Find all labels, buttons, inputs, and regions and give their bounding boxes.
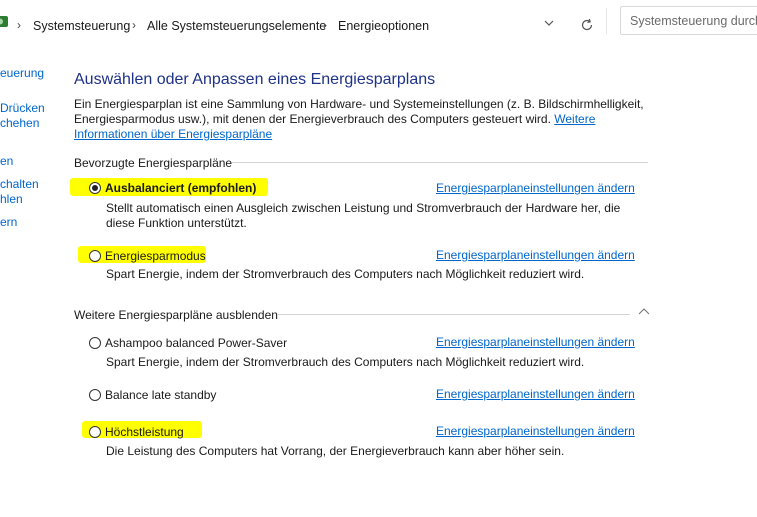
sidebar-item-1[interactable]: euerung: [0, 65, 44, 81]
chevron-down-icon[interactable]: [543, 18, 555, 28]
chevron-up-icon[interactable]: [638, 307, 650, 315]
search-input[interactable]: [621, 7, 757, 28]
preferred-plans-heading: Bevorzugte Energiesparpläne: [74, 156, 233, 170]
hidden-plans-heading[interactable]: Weitere Energiesparpläne ausblenden: [74, 308, 278, 322]
breadcrumb-separator: ›: [323, 18, 327, 32]
plan-description-line: Stellt automatisch einen Ausgleich zwisc…: [106, 201, 621, 215]
radio-button[interactable]: [89, 250, 101, 262]
divider: [606, 8, 607, 34]
sidebar-item-2b[interactable]: chehen: [0, 115, 39, 131]
breadcrumb-alle-elemente[interactable]: Alle Systemsteuerungselemente: [147, 19, 326, 33]
sidebar-item-4b[interactable]: hlen: [0, 191, 23, 207]
plan-description: Die Leistung des Computers hat Vorrang, …: [106, 444, 565, 458]
radio-button[interactable]: [89, 426, 101, 438]
address-bar: › Systemsteuerung › Alle Systemsteuerung…: [0, 0, 757, 42]
page-description: Ein Energiesparplan ist eine Sammlung vo…: [74, 97, 644, 142]
plan-description: Stellt automatisch einen Ausgleich zwisc…: [106, 201, 620, 231]
divider: [278, 314, 630, 315]
breadcrumb[interactable]: › Systemsteuerung › Alle Systemsteuerung…: [0, 6, 606, 36]
divider: [232, 162, 648, 163]
change-plan-settings-link[interactable]: Energiesparplaneinstellungen ändern: [436, 248, 635, 262]
plan-description: Spart Energie, indem der Stromverbrauch …: [106, 355, 585, 369]
sidebar-item-2[interactable]: Drücken: [0, 100, 45, 116]
page-title: Auswählen oder Anpassen eines Energiespa…: [74, 71, 436, 88]
change-plan-settings-link[interactable]: Energiesparplaneinstellungen ändern: [436, 387, 635, 401]
change-plan-settings-link[interactable]: Energiesparplaneinstellungen ändern: [436, 424, 635, 438]
sidebar-item-3[interactable]: en: [0, 153, 13, 169]
change-plan-settings-link[interactable]: Energiesparplaneinstellungen ändern: [436, 181, 635, 195]
plan-name[interactable]: Energiesparmodus: [105, 249, 206, 263]
breadcrumb-systemsteuerung[interactable]: Systemsteuerung: [33, 19, 130, 33]
plan-name[interactable]: Balance late standby: [105, 388, 216, 402]
plan-description: Spart Energie, indem der Stromverbrauch …: [106, 267, 585, 281]
sidebar-item-5[interactable]: ern: [0, 214, 17, 230]
plan-name[interactable]: Höchstleistung: [105, 425, 184, 439]
radio-button[interactable]: [89, 337, 101, 349]
breadcrumb-energieoptionen[interactable]: Energieoptionen: [338, 19, 429, 33]
plan-description-line: diese Funktion unterstützt.: [106, 216, 247, 230]
plan-name[interactable]: Ashampoo balanced Power-Saver: [105, 336, 287, 350]
plan-name[interactable]: Ausbalanciert (empfohlen): [105, 181, 256, 195]
radio-selected[interactable]: [89, 182, 101, 194]
sidebar-item-4[interactable]: chalten: [0, 176, 39, 192]
search-box[interactable]: [620, 6, 757, 35]
breadcrumb-separator: ›: [17, 18, 21, 32]
refresh-icon[interactable]: [580, 18, 594, 32]
change-plan-settings-link[interactable]: Energiesparplaneinstellungen ändern: [436, 335, 635, 349]
radio-button[interactable]: [89, 389, 101, 401]
control-panel-icon: [0, 16, 8, 27]
breadcrumb-separator: ›: [132, 18, 136, 32]
